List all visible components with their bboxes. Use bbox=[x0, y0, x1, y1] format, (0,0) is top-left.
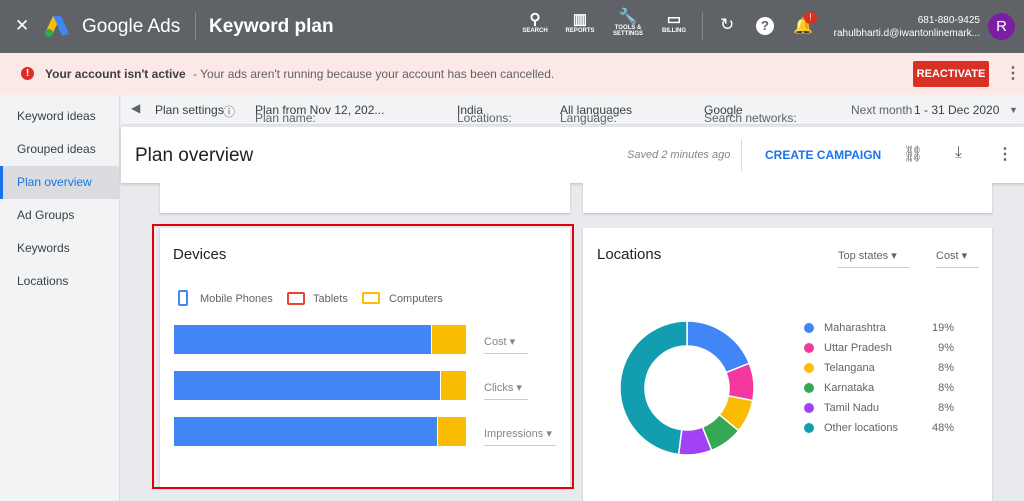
more-icon[interactable]: ⋮ bbox=[997, 144, 1013, 164]
dropdown-icon[interactable]: ▼ bbox=[1009, 105, 1018, 115]
billing-icon: ▭ bbox=[666, 11, 682, 28]
saved-status: Saved 2 minutes ago bbox=[627, 149, 731, 161]
plan-language[interactable]: Language: All languages bbox=[560, 103, 632, 125]
close-icon[interactable]: ✕ bbox=[15, 16, 29, 36]
legend-value: 9% bbox=[938, 342, 954, 354]
refresh-icon[interactable]: ↻ bbox=[720, 15, 734, 35]
plan-locations[interactable]: Locations: India bbox=[457, 103, 512, 125]
sidebar: Keyword ideas Grouped ideas Plan overvie… bbox=[0, 95, 120, 501]
locations-donut-chart bbox=[619, 320, 755, 456]
locations-title: Locations bbox=[597, 246, 662, 263]
nav-label: REPORTS bbox=[565, 28, 595, 34]
legend-dot bbox=[804, 403, 814, 413]
nav-billing[interactable]: ▭ BILLING bbox=[654, 10, 694, 34]
plan-settings-label[interactable]: Plan settings bbox=[155, 103, 224, 117]
avatar[interactable]: R bbox=[988, 13, 1015, 40]
nav-label: SEARCH bbox=[522, 28, 548, 34]
legend-value: 8% bbox=[938, 402, 954, 414]
legend-value: 19% bbox=[931, 322, 954, 334]
more-icon[interactable]: ⋮ bbox=[1005, 63, 1021, 83]
plan-name[interactable]: Plan name: Plan from Nov 12, 202... bbox=[255, 103, 384, 125]
period-label: Next month bbox=[851, 103, 913, 117]
metric-dropdown[interactable]: Cost ▾ bbox=[936, 249, 979, 268]
sidebar-item-ad-groups[interactable]: Ad Groups bbox=[0, 199, 119, 232]
info-icon: ⓘ bbox=[223, 105, 236, 119]
legend-dot bbox=[804, 383, 814, 393]
legend-label: Other locations bbox=[824, 422, 898, 434]
account-phone: 681-880-9425 bbox=[917, 15, 980, 26]
legend-value: 8% bbox=[938, 382, 954, 394]
nav-tools[interactable]: 🔧 TOOLS & SETTINGS bbox=[608, 7, 648, 37]
google-ads-logo-icon bbox=[45, 16, 69, 37]
donut-slice-other-locations[interactable] bbox=[619, 320, 688, 456]
nav-label: BILLING bbox=[662, 28, 686, 34]
notification-badge: ! bbox=[804, 11, 817, 24]
card-partial bbox=[583, 183, 992, 213]
locations-card: Locations Top states ▾ Cost ▾ Maharashtr… bbox=[583, 228, 992, 501]
dropdown-value: Top states bbox=[838, 250, 889, 262]
legend-label: Telangana bbox=[824, 362, 875, 374]
legend-dot bbox=[804, 423, 814, 433]
label: Locations: bbox=[457, 111, 512, 125]
account-alert: ! Your account isn't active - Your ads a… bbox=[0, 53, 1024, 95]
period-select[interactable]: 1 - 31 Dec 2020 bbox=[914, 103, 999, 117]
page-title: Keyword plan bbox=[209, 16, 334, 37]
nav-label: SETTINGS bbox=[612, 31, 643, 37]
highlight-box bbox=[152, 224, 574, 489]
legend-label: Maharashtra bbox=[824, 322, 886, 334]
top-states-dropdown[interactable]: Top states ▾ bbox=[838, 249, 910, 268]
overview-title: Plan overview bbox=[135, 145, 254, 166]
wrench-icon: 🔧 bbox=[618, 8, 638, 25]
legend-label: Uttar Pradesh bbox=[824, 342, 892, 354]
sidebar-item-grouped-ideas[interactable]: Grouped ideas bbox=[0, 133, 119, 166]
legend-dot bbox=[804, 363, 814, 373]
plan-settings-bar: ◀ Plan settings ⓘ Plan name: Plan from N… bbox=[121, 95, 1024, 125]
unlink-icon[interactable]: ⛓ bbox=[903, 144, 923, 164]
sidebar-item-plan-overview[interactable]: Plan overview bbox=[0, 166, 119, 199]
label: Language: bbox=[560, 111, 617, 125]
card-partial bbox=[160, 183, 570, 213]
help-icon[interactable]: ? bbox=[756, 17, 774, 35]
alert-title: Your account isn't active bbox=[45, 67, 186, 81]
plan-networks[interactable]: Search networks: Google bbox=[704, 103, 797, 125]
nav-reports[interactable]: ▥ REPORTS bbox=[560, 10, 600, 34]
legend-label: Karnataka bbox=[824, 382, 875, 394]
donut-slice-maharashtra[interactable] bbox=[686, 320, 751, 374]
legend-dot bbox=[804, 323, 814, 333]
account-email: rahulbharti.d@iwantonlinemark... bbox=[833, 28, 980, 39]
legend-value: 48% bbox=[931, 422, 954, 434]
nav-search[interactable]: ⚲ SEARCH bbox=[515, 10, 555, 34]
reactivate-button[interactable]: REACTIVATE bbox=[913, 61, 989, 87]
search-icon: ⚲ bbox=[529, 11, 541, 28]
brand-name: Google Ads bbox=[82, 16, 181, 37]
legend-dot bbox=[804, 343, 814, 353]
label: Plan name: bbox=[255, 111, 316, 125]
alert-text: - Your ads aren't running because your a… bbox=[193, 67, 555, 81]
legend-value: 8% bbox=[938, 362, 954, 374]
error-icon: ! bbox=[21, 67, 34, 80]
download-icon[interactable]: ⤓ bbox=[955, 144, 962, 162]
top-bar: ✕ Google Ads Keyword plan ⚲ SEARCH ▥ REPOR… bbox=[0, 0, 1024, 53]
sidebar-item-keyword-ideas[interactable]: Keyword ideas bbox=[0, 100, 119, 133]
sidebar-item-locations[interactable]: Locations bbox=[0, 265, 119, 298]
create-campaign-button[interactable]: CREATE CAMPAIGN bbox=[765, 148, 881, 162]
sidebar-item-keywords[interactable]: Keywords bbox=[0, 232, 119, 265]
label: Search networks: bbox=[704, 111, 797, 125]
plan-overview-header: Plan overview Saved 2 minutes ago CREATE… bbox=[121, 127, 1024, 183]
dropdown-value: Cost bbox=[936, 250, 959, 262]
reports-icon: ▥ bbox=[572, 11, 588, 28]
collapse-icon[interactable]: ◀ bbox=[131, 101, 140, 115]
legend-label: Tamil Nadu bbox=[824, 402, 880, 414]
